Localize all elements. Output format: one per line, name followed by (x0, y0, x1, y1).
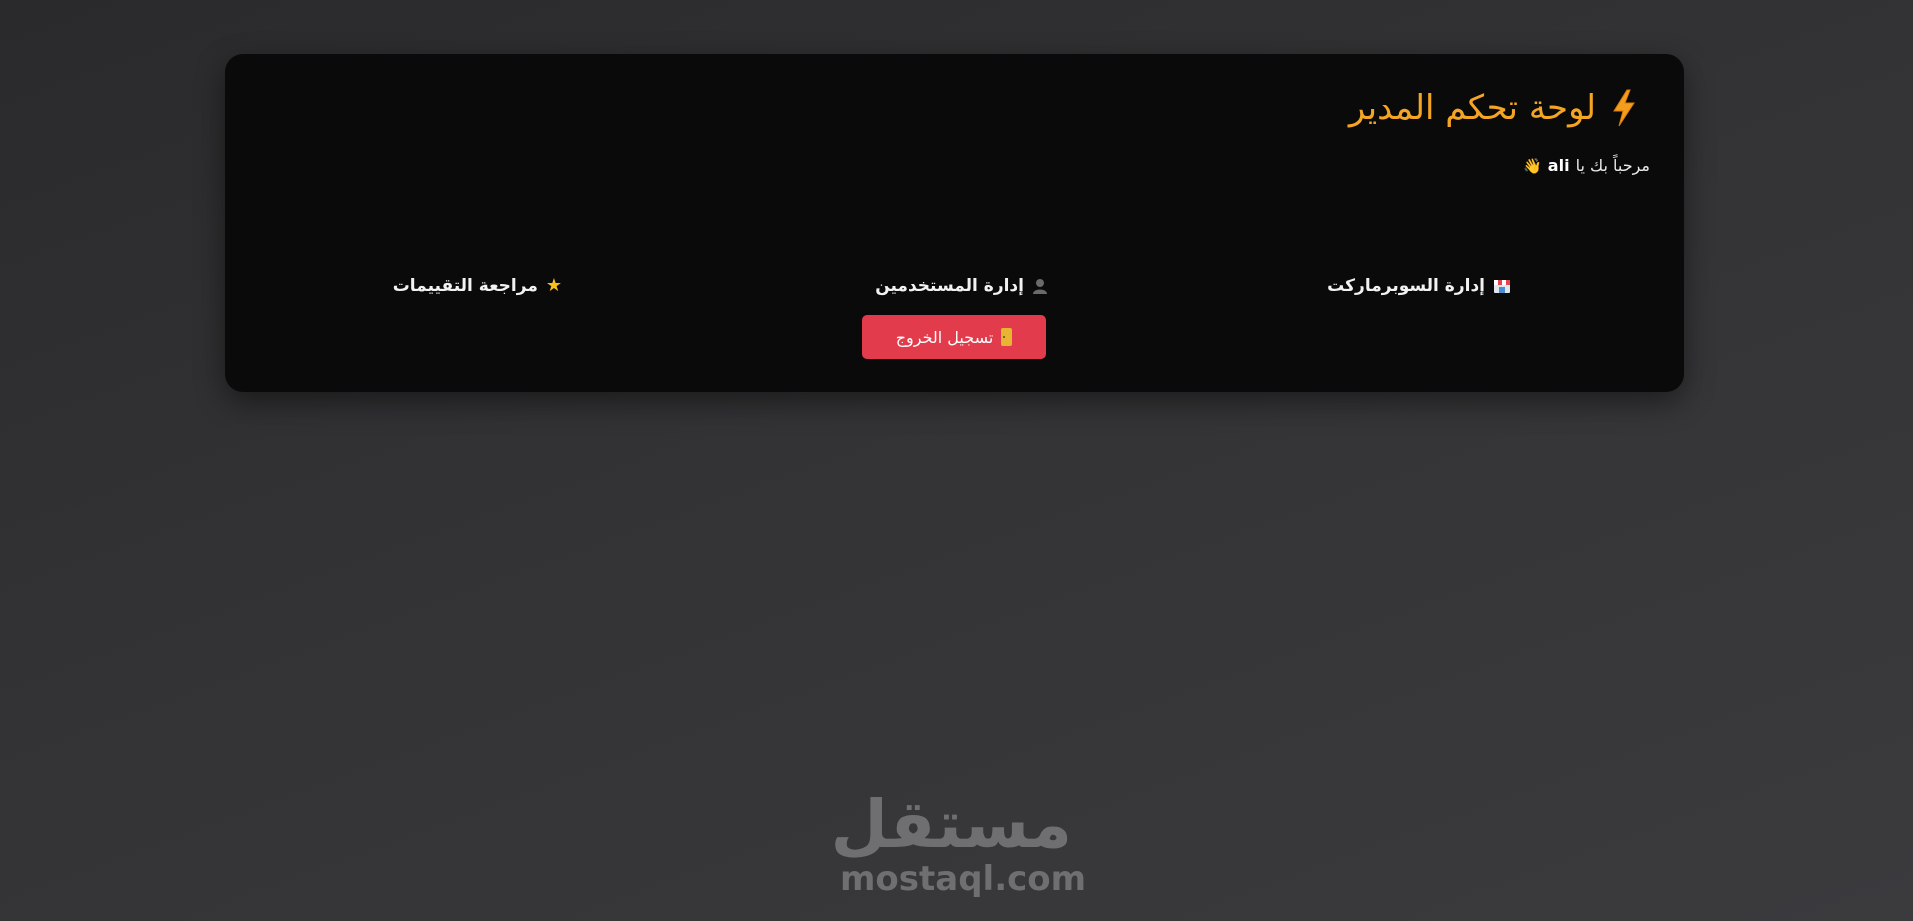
page-title: لوحة تحكم المدير (1348, 88, 1596, 128)
nav-item-reviews[interactable]: ★ مراجعة التقييمات (393, 276, 562, 296)
mostaql-watermark: مستقل mostaql.com (830, 786, 1087, 899)
title-row: لوحة تحكم المدير (1349, 88, 1638, 128)
nav-item-label: إدارة السوبرماركت (1327, 276, 1485, 296)
nav-item-label: مراجعة التقييمات (392, 276, 538, 296)
logout-button[interactable]: تسجيل الخروج (862, 315, 1046, 359)
welcome-prefix: مرحباً بك يا (1575, 156, 1650, 175)
waving-hand-icon: 👋 (1523, 156, 1542, 175)
admin-dashboard-panel: لوحة تحكم المدير مرحباً بك يا ali 👋 إدار… (225, 54, 1684, 392)
star-icon: ★ (545, 275, 562, 296)
nav-item-label: إدارة المستخدمين (875, 276, 1024, 296)
welcome-message: مرحباً بك يا ali 👋 (1523, 156, 1650, 175)
nav-item-users[interactable]: إدارة المستخدمين (875, 276, 1048, 296)
nav-item-supermarket[interactable]: إدارة السوبرماركت (1327, 276, 1511, 296)
welcome-username: ali (1547, 156, 1570, 175)
user-icon (1033, 279, 1047, 294)
door-icon (1001, 328, 1013, 346)
lightning-bolt-icon (1613, 89, 1635, 127)
watermark-latin: mostaql.com (840, 859, 1087, 899)
watermark-arabic: مستقل (830, 786, 1072, 863)
store-icon (1494, 280, 1510, 293)
logout-label: تسجيل الخروج (895, 327, 994, 347)
